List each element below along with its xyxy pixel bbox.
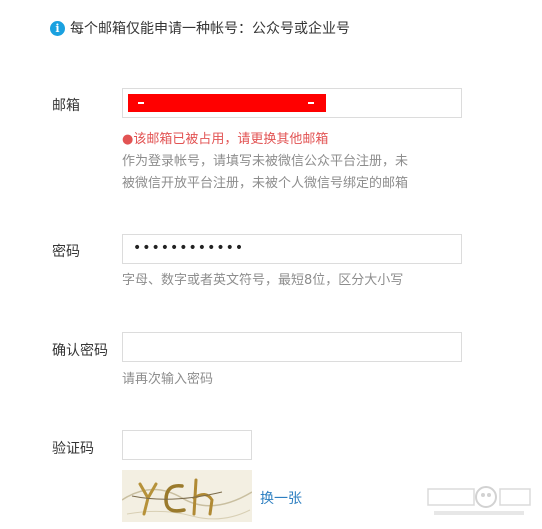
email-error-message: ●该邮箱已被占用，请更换其他邮箱 [122,132,329,147]
info-icon: i [50,20,65,36]
email-field[interactable] [122,88,462,118]
redaction-artifact [138,102,144,104]
watermark-logo [424,481,534,525]
notice-banner: i 每个邮箱仅能申请一种帐号：公众号或企业号 [50,18,350,38]
password-label: 密码 [52,244,80,260]
registration-form: i 每个邮箱仅能申请一种帐号：公众号或企业号 邮箱 ●该邮箱已被占用，请更换其他… [0,0,542,529]
email-hint-line2: 被微信开放平台注册，未被个人微信号绑定的邮箱 [122,176,409,191]
captcha-input[interactable] [122,430,252,460]
password-hint: 字母、数字或者英文符号，最短8位，区分大小写 [122,273,404,288]
password-field[interactable]: •••••••••••• [122,234,462,264]
captcha-label: 验证码 [52,441,94,457]
captcha-image [122,470,252,522]
confirm-password-hint: 请再次输入密码 [122,372,214,387]
captcha-graphic [122,478,252,520]
refresh-captcha-link[interactable]: 换一张 [260,488,302,508]
notice-text: 每个邮箱仅能申请一种帐号：公众号或企业号 [70,21,350,37]
password-masked-value: •••••••••••• [133,240,245,256]
redacted-email-value [128,94,326,112]
redaction-artifact [308,102,314,104]
confirm-password-field[interactable] [122,332,462,362]
email-label: 邮箱 [52,98,80,114]
confirm-password-label: 确认密码 [52,343,108,359]
email-hint-line1: 作为登录帐号，请填写未被微信公众平台注册，未 [122,154,409,169]
